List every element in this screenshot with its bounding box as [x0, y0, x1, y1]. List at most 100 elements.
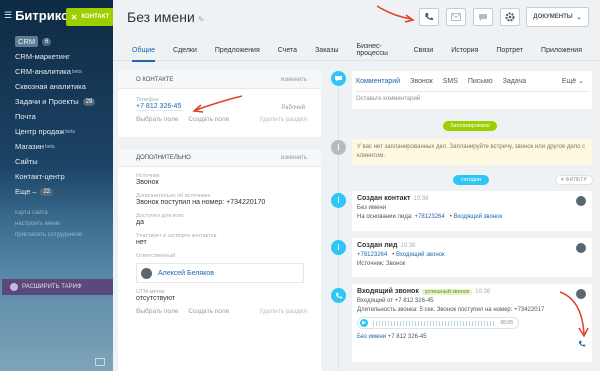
beta-label: beta — [65, 128, 76, 135]
delete-section-link[interactable]: Удалить раздел — [259, 308, 307, 315]
contact-link[interactable]: Без имени — [357, 334, 386, 340]
lead-link[interactable]: +78123264 — [357, 252, 387, 258]
event-time: 10:38 — [475, 289, 491, 295]
tab-history[interactable]: История — [451, 40, 478, 61]
tab-general[interactable]: Общие — [132, 40, 156, 62]
sidebar-link-sitemap[interactable]: карта сайта — [0, 207, 113, 218]
planned-label: Запланировано — [443, 121, 497, 131]
sidebar-item-mail[interactable]: Почта — [0, 109, 113, 124]
select-field-link[interactable]: Выбрать поле — [136, 308, 178, 315]
source-info-field: Дополнительно об источнике Звонок поступ… — [118, 193, 321, 206]
sidebar-item-sites[interactable]: Сайты — [0, 154, 113, 169]
comment-icon — [331, 71, 346, 86]
tab-sms[interactable]: SMS — [443, 78, 458, 85]
page-title: Без имени ✎ — [127, 9, 204, 25]
tab-deals[interactable]: Сделки — [173, 40, 197, 61]
tab-business-processes[interactable]: Бизнес-процессы — [356, 40, 395, 61]
create-field-link[interactable]: Создать поле — [188, 308, 229, 315]
tab-quotes[interactable]: Предложения — [215, 40, 260, 61]
create-field-link[interactable]: Создать поле — [188, 116, 229, 123]
filter-button[interactable]: ▾ ФИЛЬТР — [555, 175, 594, 185]
sidebar-item-tasks[interactable]: Задачи и Проекты 29 — [0, 94, 113, 109]
audio-player[interactable]: ▶ 00:05 — [357, 317, 519, 329]
tab-task[interactable]: Задача — [503, 78, 527, 85]
plan-icon — [10, 283, 18, 291]
tab-portrait[interactable]: Портрет — [496, 40, 523, 61]
sidebar-item-crm-marketing[interactable]: CRM-маркетинг — [0, 49, 113, 64]
sidebar-item-more[interactable]: Еще –22 — [0, 184, 113, 199]
responsible-name[interactable]: Алексей Беляков — [158, 270, 214, 277]
event-title-text: Создан контакт — [357, 195, 411, 202]
card-title: ДОПОЛНИТЕЛЬНО — [136, 154, 191, 161]
menu-icon[interactable]: ☰ — [4, 10, 12, 21]
sidebar-item-contact-center[interactable]: Контакт-центр — [0, 169, 113, 184]
card-header: О КОНТАКТЕ изменить — [118, 71, 321, 89]
tab-applications[interactable]: Приложения — [541, 40, 582, 61]
edit-link[interactable]: изменить — [281, 155, 307, 161]
sidebar-item-label: Задачи и Проекты — [15, 97, 79, 106]
tab-relations[interactable]: Связи — [414, 40, 434, 61]
pencil-icon[interactable]: ✎ — [198, 15, 205, 24]
event-content: Создан контакт 10:38 Без имени На основан… — [352, 191, 592, 224]
sidebar-item-label: CRM — [15, 36, 39, 47]
beta-label: beta — [71, 68, 82, 75]
responsible-user[interactable]: Алексей Беляков — [136, 263, 304, 283]
call-link[interactable]: Входящий звонок — [396, 252, 445, 258]
sidebar-item-crm-analytics[interactable]: CRM-аналитика beta — [0, 64, 113, 79]
export-field: Участвует в экспорте контактов нет — [118, 233, 321, 246]
tab-call[interactable]: Звонок — [410, 78, 433, 85]
avatar[interactable] — [576, 196, 586, 206]
settings-button[interactable] — [500, 8, 520, 26]
audio-time: 00:05 — [500, 320, 513, 326]
sidebar-item-crm[interactable]: CRM 6 — [0, 34, 113, 49]
call-button[interactable] — [419, 8, 439, 26]
comment-input[interactable]: Оставьте комментарий — [356, 91, 588, 105]
field-value: Звонок поступил на номер: +734220170 — [136, 199, 266, 206]
documents-button[interactable]: ДОКУМЕНТЫ ⌄ — [526, 7, 589, 27]
sidebar-item-analytics[interactable]: Сквозная аналитика — [0, 79, 113, 94]
sidebar-item-label: Еще — [15, 187, 31, 196]
call-from-link[interactable]: Входящий от +7 812 326-45 — [357, 298, 587, 304]
event-line: +78123264 • Входящий звонок — [357, 252, 445, 258]
select-field-link[interactable]: Выбрать поле — [136, 116, 178, 123]
phone-icon — [579, 340, 586, 347]
printer-icon[interactable] — [95, 358, 105, 366]
phone-number: +7 812 326-45 — [387, 334, 427, 340]
edit-link[interactable]: изменить — [281, 77, 307, 83]
lead-link[interactable]: +78123264 — [415, 214, 445, 220]
email-button[interactable] — [446, 8, 466, 26]
call-back-button[interactable] — [578, 340, 586, 350]
call-link[interactable]: Входящий звонок — [453, 214, 502, 220]
play-icon[interactable]: ▶ — [360, 319, 368, 327]
sidebar-link-invite[interactable]: пригласить сотрудников — [0, 229, 113, 240]
chat-icon — [479, 13, 487, 21]
sidebar-item-sales-center[interactable]: Центр продаж beta — [0, 124, 113, 139]
phone-link[interactable]: +7 812 326-45 — [136, 103, 182, 111]
event-time: 10:38 — [413, 196, 429, 202]
tab-invoices[interactable]: Счета — [278, 40, 297, 61]
sidebar-item-label: Магазин — [15, 142, 44, 151]
sidebar-link-configure-menu[interactable]: настроить меню — [0, 218, 113, 229]
chat-button[interactable] — [473, 8, 493, 26]
sidebar-item-shop[interactable]: Магазин beta — [0, 139, 113, 154]
sidebar-item-label: Контакт-центр — [15, 172, 65, 181]
counter-badge: 29 — [82, 97, 96, 106]
tab-email[interactable]: Письмо — [468, 78, 493, 85]
info-icon: i — [331, 240, 346, 255]
tab-orders[interactable]: Заказы — [315, 40, 338, 61]
annotation-arrow — [376, 5, 415, 23]
contact-button[interactable]: ✕ КОНТАКТ — [66, 8, 114, 26]
more-tabs-button[interactable]: Ещё ⌄ — [562, 77, 584, 85]
info-icon: i — [331, 193, 346, 208]
sidebar-item-label: Сквозная аналитика — [15, 82, 86, 91]
logo[interactable]: Битрикс — [15, 8, 68, 23]
info-icon: i — [331, 140, 346, 155]
responsible-field: Ответственный Алексей Беляков — [118, 253, 321, 283]
extend-plan-button[interactable]: РАСШИРИТЬ ТАРИФ — [2, 279, 113, 295]
timeline-item-call: Входящий звонок успешный звонок 10:38 Вход… — [352, 284, 592, 362]
event-time: 10:38 — [400, 243, 416, 249]
tab-comment[interactable]: Комментарий — [356, 78, 400, 85]
delete-section-link[interactable]: Удалить раздел — [259, 116, 307, 123]
audio-waveform[interactable] — [373, 320, 496, 326]
avatar[interactable] — [576, 243, 586, 253]
